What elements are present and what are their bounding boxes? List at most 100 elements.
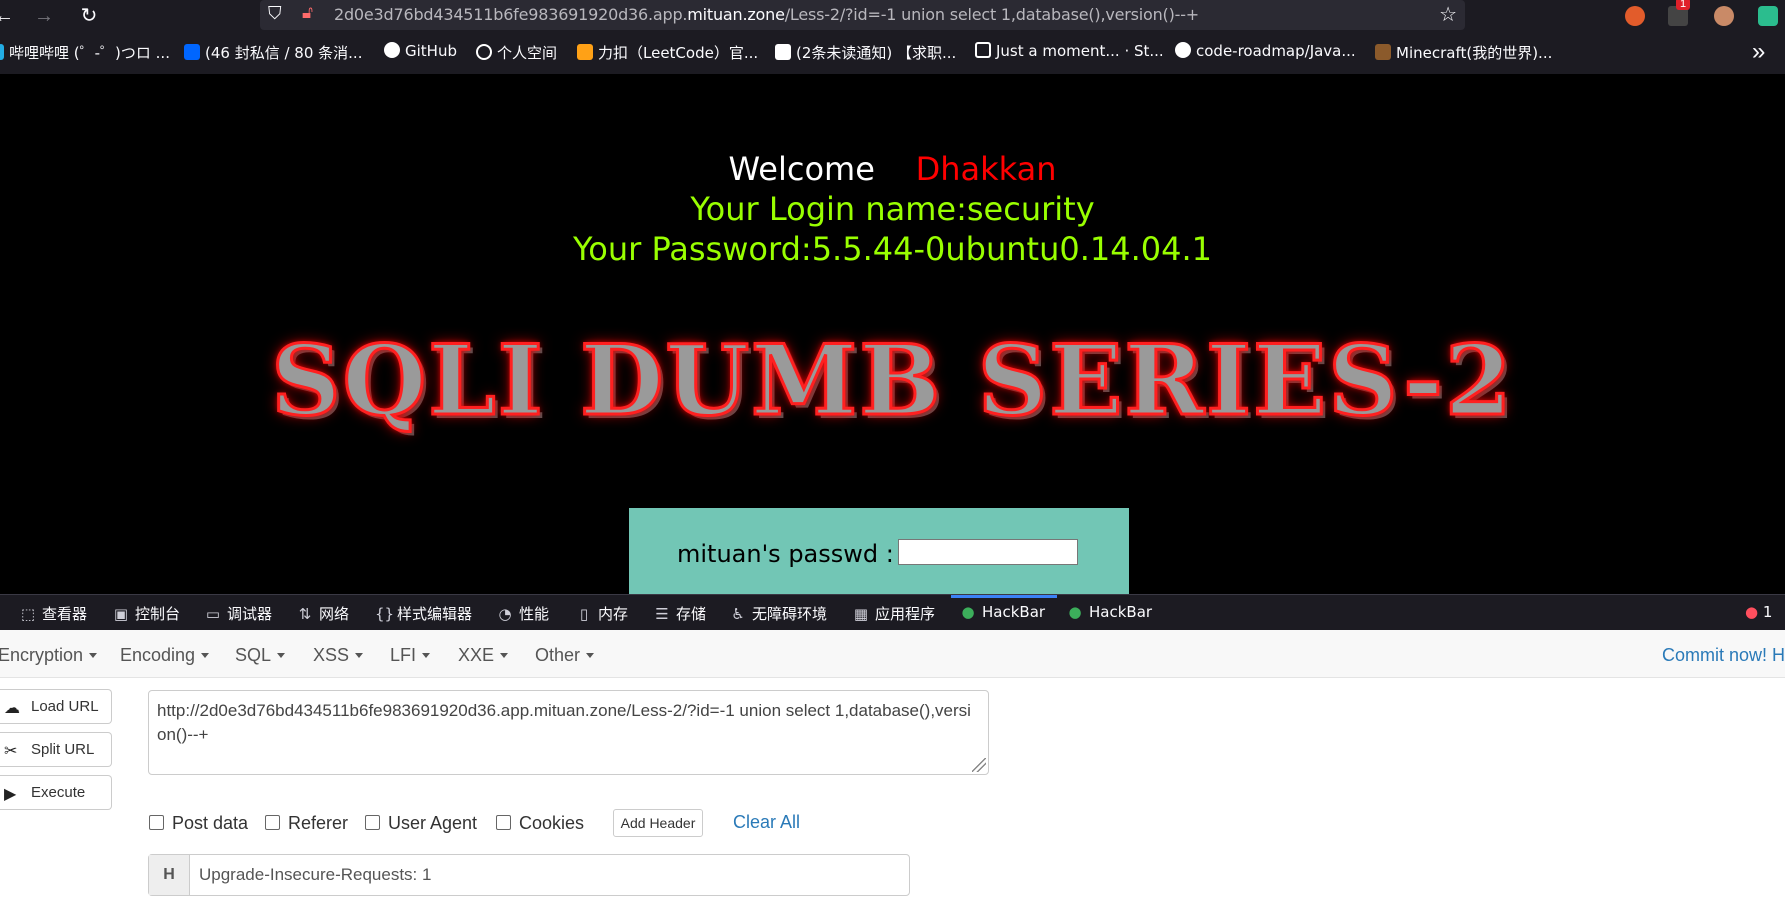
tab-hackbar-2[interactable]: ● HackBar (1067, 603, 1152, 621)
clear-all-link[interactable]: Clear All (733, 812, 800, 833)
shield-icon[interactable]: ⛉ (268, 3, 282, 24)
tab-storage[interactable]: ☰ 存储 (654, 603, 706, 624)
caret-down-icon (277, 653, 286, 658)
minecraft-icon (1375, 44, 1391, 60)
passwd-label: mituan's passwd : (677, 540, 894, 568)
play-circle-icon: ▶ (4, 786, 17, 803)
console-icon: ▣ (113, 605, 129, 623)
tab-performance[interactable]: ◔ 性能 (497, 603, 549, 624)
caret-down-icon (201, 653, 210, 658)
browser-toolbar: ← → ↻ ⛉ 🔓︎ 2d0e3d76bd434511b6fe983691920… (0, 0, 1785, 32)
user-agent-checkbox[interactable]: User Agent (365, 813, 477, 834)
error-indicator[interactable]: ● 1 (1745, 603, 1772, 621)
checkbox-box[interactable] (365, 815, 380, 830)
active-tab-indicator (951, 595, 1057, 598)
address-bar[interactable]: ⛉ 🔓︎ 2d0e3d76bd434511b6fe983691920d36.ap… (260, 0, 1465, 30)
bookmark-item[interactable]: 哔哩哔哩 (゜-゜)つロ ... (0, 42, 170, 63)
post-data-checkbox[interactable]: Post data (149, 813, 248, 834)
user-name: Dhakkan (915, 150, 1057, 188)
lock-icon[interactable]: 🔓︎ (302, 3, 313, 23)
chevron-right-icon[interactable]: » (1752, 38, 1765, 66)
resize-handle[interactable] (972, 758, 986, 772)
star-icon[interactable]: ☆ (1439, 2, 1457, 27)
accessibility-icon: ♿︎ (731, 605, 745, 623)
login-form: mituan's passwd : (629, 508, 1129, 594)
scissors-icon: ✂ (4, 743, 18, 760)
checkbox-box[interactable] (496, 815, 511, 830)
sqli-banner-image: SQLI DUMB SERIES-2 (270, 323, 1514, 439)
bookmark-item[interactable]: Just a moment... · St... (975, 42, 1164, 60)
welcome-line: Welcome Dhakkan (728, 150, 1057, 188)
devtools-tabbar: ⬚ 查看器 ▣ 控制台 ▭ 调试器 ⇅ 网络 {} 样式编辑器 ◔ 性能 ▯ 内存 ☰ 存储 ♿… (0, 594, 1785, 631)
login-name-line: Your Login name:security (690, 190, 1095, 228)
hackbar-menu: Encryption Encoding SQL XSS LFI XXE Othe… (0, 630, 1785, 678)
commit-link[interactable]: Commit now! H (1662, 645, 1785, 666)
bookmark-item[interactable]: 个人空间 (476, 42, 557, 63)
tab-memory[interactable]: ▯ 内存 (576, 603, 628, 624)
tab-accessibility[interactable]: ♿︎ 无障碍环境 (730, 603, 827, 624)
extension-code-icon[interactable] (1758, 6, 1778, 26)
bookmark-favicon (184, 44, 200, 60)
network-icon: ⇅ (298, 605, 312, 623)
add-header-button[interactable]: Add Header (613, 809, 703, 837)
menu-other[interactable]: Other (535, 645, 595, 666)
hackbar-icon: ● (961, 603, 975, 621)
bookmark-favicon (775, 44, 791, 60)
back-icon[interactable]: ← (0, 2, 18, 30)
application-icon: ▦ (853, 605, 869, 623)
tab-debugger[interactable]: ▭ 调试器 (205, 603, 272, 624)
debugger-icon: ▭ (205, 605, 221, 623)
performance-icon: ◔ (498, 605, 512, 623)
tab-application[interactable]: ▦ 应用程序 (853, 603, 935, 624)
bookmark-item[interactable]: code-roadmap/Java... (1175, 42, 1356, 60)
web-page: Welcome Dhakkan Your Login name:security… (0, 74, 1785, 594)
menu-sql[interactable]: SQL (235, 645, 286, 666)
inspector-icon: ⬚ (20, 605, 36, 623)
tab-console[interactable]: ▣ 控制台 (113, 603, 180, 624)
caret-down-icon (500, 653, 509, 658)
bookmark-item[interactable]: Minecraft(我的世界)... (1375, 42, 1552, 63)
tab-hackbar[interactable]: ● HackBar (960, 603, 1045, 621)
profile-avatar[interactable] (1714, 6, 1734, 26)
header-value[interactable]: Upgrade-Insecure-Requests: 1 (199, 865, 431, 885)
cookies-checkbox[interactable]: Cookies (496, 813, 584, 834)
storage-icon: ☰ (655, 605, 669, 623)
caret-down-icon (355, 653, 364, 658)
header-label: H (149, 855, 190, 895)
url-textarea[interactable]: http://2d0e3d76bd434511b6fe983691920d36.… (148, 690, 989, 775)
url-text[interactable]: 2d0e3d76bd434511b6fe983691920d36.app.mit… (334, 5, 1199, 24)
forward-icon[interactable]: → (30, 2, 58, 30)
bookmark-item[interactable]: GitHub (384, 42, 457, 60)
menu-lfi[interactable]: LFI (390, 645, 431, 666)
leetcode-icon (577, 44, 593, 60)
tab-style-editor[interactable]: {} 样式编辑器 (375, 603, 472, 624)
extension-badge: 1 (1676, 0, 1691, 10)
extension-fox-icon[interactable] (1625, 6, 1645, 26)
password-line: Your Password:5.5.44-0ubuntu0.14.04.1 (572, 230, 1213, 268)
menu-xss[interactable]: XSS (313, 645, 364, 666)
reload-icon[interactable]: ↻ (75, 2, 103, 30)
caret-down-icon (586, 653, 595, 658)
error-icon: ● (1745, 603, 1759, 621)
split-url-button[interactable]: ✂ Split URL (0, 732, 112, 767)
bookmark-item[interactable]: (46 封私信 / 80 条消... (184, 42, 362, 63)
tab-inspector[interactable]: ⬚ 查看器 (20, 603, 87, 624)
github-icon (1175, 42, 1191, 58)
stack-icon (975, 42, 991, 58)
bookmark-favicon (0, 44, 4, 60)
execute-button[interactable]: ▶ Execute (0, 775, 112, 810)
referer-checkbox[interactable]: Referer (265, 813, 348, 834)
header-row[interactable]: H Upgrade-Insecure-Requests: 1 (148, 854, 910, 896)
passwd-input[interactable] (898, 539, 1078, 565)
checkbox-box[interactable] (265, 815, 280, 830)
github-icon (384, 42, 400, 58)
tab-network[interactable]: ⇅ 网络 (297, 603, 349, 624)
caret-down-icon (422, 653, 431, 658)
bookmark-item[interactable]: (2条未读通知) 【求职... (775, 42, 956, 63)
menu-encoding[interactable]: Encoding (120, 645, 210, 666)
load-url-button[interactable]: ☁ Load URL (0, 689, 112, 724)
menu-encryption[interactable]: Encryption (0, 645, 98, 666)
menu-xxe[interactable]: XXE (458, 645, 509, 666)
bookmark-item[interactable]: 力扣（LeetCode）官... (577, 42, 758, 63)
checkbox-box[interactable] (149, 815, 164, 830)
